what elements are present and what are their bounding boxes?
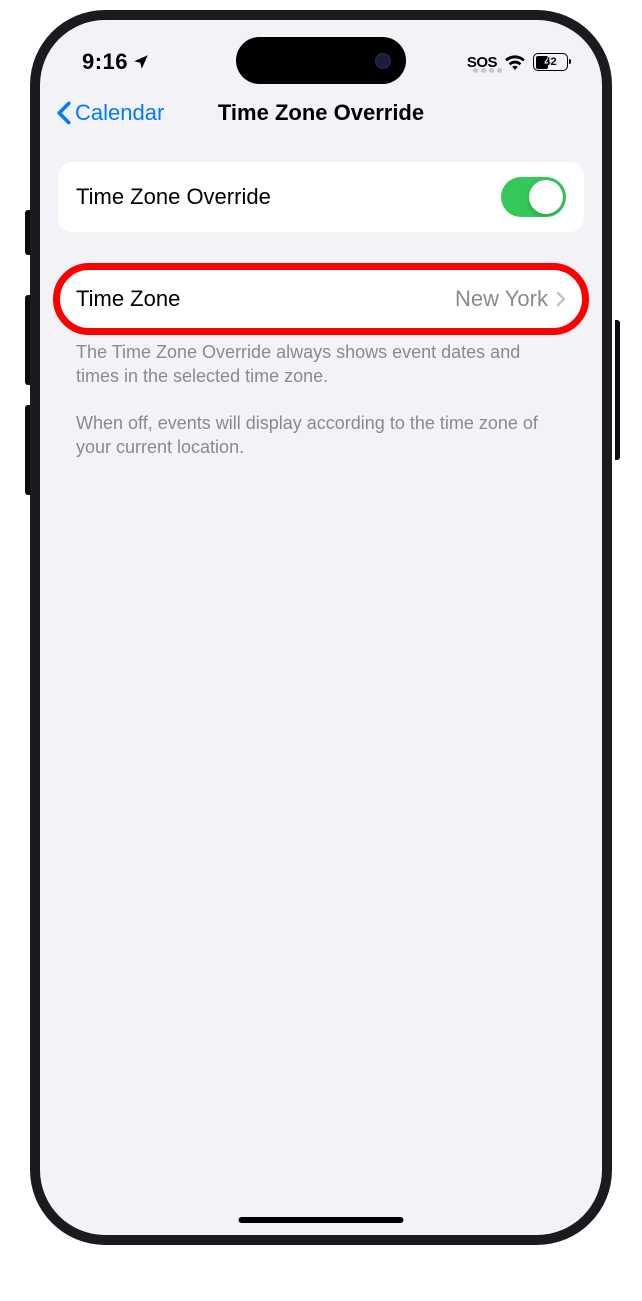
battery-icon: 42 [533,53,568,71]
status-time: 9:16 [82,49,150,75]
chevron-left-icon [56,101,72,125]
time-text: 9:16 [82,49,128,75]
back-label: Calendar [75,100,164,126]
dynamic-island [236,37,406,84]
page-title: Time Zone Override [218,100,424,126]
back-button[interactable]: Calendar [56,100,164,126]
footer-description: The Time Zone Override always shows even… [58,328,584,471]
timezone-value: New York [455,286,548,312]
row-detail: New York [455,286,566,312]
pagination-dots [473,68,502,73]
footer-paragraph-1: The Time Zone Override always shows even… [76,340,566,389]
navigation-bar: Calendar Time Zone Override [40,82,602,144]
toggle-label: Time Zone Override [76,184,271,210]
phone-power-button [615,320,620,460]
chevron-right-icon [556,291,566,307]
settings-group-timezone: Time Zone New York [58,270,584,328]
location-icon [132,53,150,71]
footer-paragraph-2: When off, events will display according … [76,411,566,460]
wifi-icon [504,54,526,70]
front-camera [375,53,391,69]
timezone-override-toggle-row[interactable]: Time Zone Override [58,162,584,232]
timezone-row-wrapper: Time Zone New York [58,270,584,328]
timezone-label: Time Zone [76,286,180,312]
phone-screen: 9:16 SOS 42 Calendar Time Zone Override [40,20,602,1235]
timezone-row[interactable]: Time Zone New York [58,270,584,328]
home-indicator[interactable] [239,1217,404,1223]
content-area: Time Zone Override Time Zone New York [40,144,602,471]
timezone-override-toggle[interactable] [501,177,566,217]
phone-frame: 9:16 SOS 42 Calendar Time Zone Override [30,10,612,1245]
toggle-knob [529,180,563,214]
settings-group-override: Time Zone Override [58,162,584,232]
battery-percent: 42 [544,56,556,68]
